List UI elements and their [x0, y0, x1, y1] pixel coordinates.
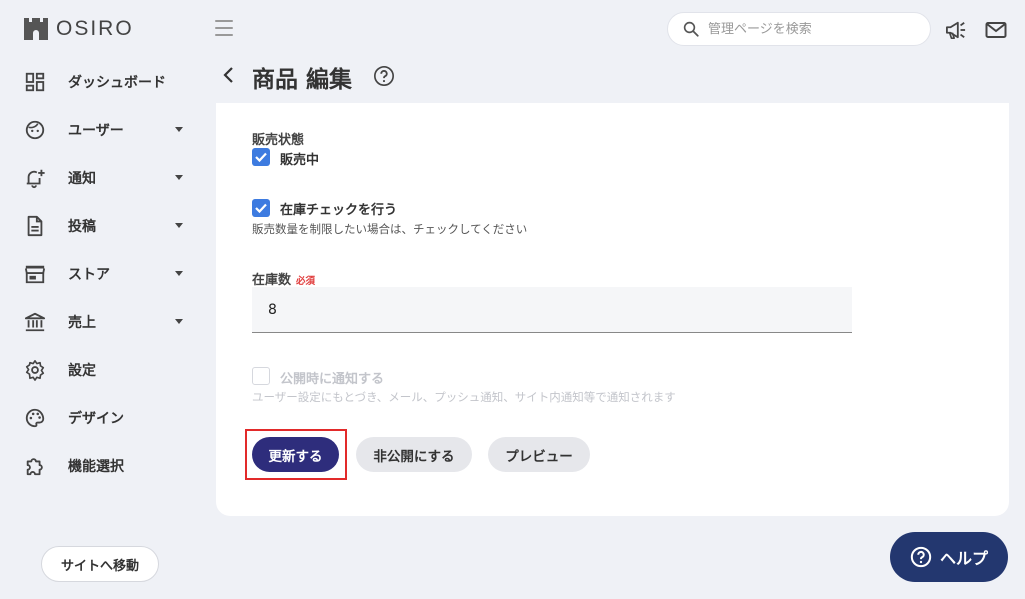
megaphone-icon[interactable] — [945, 20, 967, 40]
page-title: 商品 編集 — [252, 67, 353, 93]
menu-toggle-icon[interactable] — [215, 20, 233, 36]
sidebar-item-sales[interactable]: 売上 — [0, 298, 200, 346]
sidebar-item-label: ユーザー — [68, 123, 124, 139]
sidebar-item-users[interactable]: ユーザー — [0, 106, 200, 154]
sidebar: ダッシュボード ユーザー 通知 投稿 ストア 売上 設定 デザイン 機能選択 — [0, 58, 200, 490]
search-input[interactable] — [708, 21, 908, 37]
notify-on-publish-hint: ユーザー設定にもとづき、メール、プッシュ通知、サイト内通知等で通知されます — [252, 390, 676, 404]
document-icon — [27, 215, 43, 237]
notify-on-publish-checkbox[interactable] — [252, 367, 270, 385]
inventory-check-hint: 販売数量を制限したい場合は、チェックしてください — [252, 222, 528, 236]
stock-label-text: 在庫数 — [252, 273, 292, 288]
go-to-site-button[interactable]: サイトへ移動 — [41, 546, 159, 582]
gear-icon — [25, 360, 45, 381]
sidebar-item-label: 設定 — [68, 363, 96, 379]
osiro-logo[interactable]: OSIRO — [24, 17, 134, 41]
bell-plus-icon — [26, 169, 45, 189]
sidebar-item-label: 機能選択 — [68, 459, 124, 475]
inventory-check-label[interactable]: 在庫チェックを行う — [280, 199, 397, 218]
sidebar-item-notifications[interactable]: 通知 — [0, 154, 200, 202]
sales-status-label: 販売状態 — [252, 133, 305, 148]
sidebar-item-dashboard[interactable]: ダッシュボード — [0, 58, 200, 106]
search-icon — [683, 21, 699, 37]
notify-on-publish-label[interactable]: 公開時に通知する — [280, 368, 384, 387]
sidebar-item-features[interactable]: 機能選択 — [0, 442, 200, 490]
update-button[interactable]: 更新する — [252, 437, 339, 472]
sidebar-item-label: 投稿 — [68, 219, 96, 235]
check-icon — [255, 203, 267, 214]
sidebar-item-label: 売上 — [68, 315, 96, 331]
bank-icon — [24, 312, 46, 332]
help-button[interactable]: ヘルプ — [890, 532, 1008, 582]
sidebar-item-design[interactable]: デザイン — [0, 394, 200, 442]
user-face-icon — [25, 120, 45, 140]
chevron-down-icon — [175, 319, 183, 324]
logo-text: OSIRO — [56, 17, 134, 40]
check-icon — [255, 152, 267, 163]
chevron-down-icon — [175, 271, 183, 276]
mail-icon[interactable] — [985, 20, 1007, 40]
inventory-check-checkbox[interactable] — [252, 199, 270, 217]
sidebar-item-posts[interactable]: 投稿 — [0, 202, 200, 250]
help-circle-icon[interactable] — [373, 65, 395, 87]
sidebar-item-label: デザイン — [68, 411, 124, 427]
stock-label: 在庫数 必須 — [252, 269, 315, 288]
question-circle-icon — [910, 546, 932, 568]
castle-logo-icon — [24, 18, 48, 40]
store-icon — [24, 265, 46, 284]
preview-button[interactable]: プレビュー — [488, 437, 590, 472]
chevron-down-icon — [175, 175, 183, 180]
back-arrow-icon[interactable] — [222, 66, 236, 84]
required-badge: 必須 — [296, 276, 316, 287]
sales-status-checkbox-label[interactable]: 販売中 — [280, 149, 319, 168]
sidebar-item-settings[interactable]: 設定 — [0, 346, 200, 394]
sales-status-checkbox[interactable] — [252, 148, 270, 166]
sidebar-item-label: ダッシュボード — [68, 75, 166, 91]
help-button-label: ヘルプ — [939, 549, 988, 568]
sidebar-item-label: 通知 — [68, 171, 96, 187]
chevron-down-icon — [175, 127, 183, 132]
stock-quantity-input[interactable]: 8 — [252, 287, 852, 333]
chevron-down-icon — [175, 223, 183, 228]
sidebar-item-store[interactable]: ストア — [0, 250, 200, 298]
dashboard-icon — [25, 72, 45, 92]
search-box[interactable] — [667, 12, 931, 46]
sidebar-item-label: ストア — [68, 267, 110, 283]
palette-icon — [25, 408, 45, 428]
puzzle-icon — [26, 458, 43, 476]
unpublish-button[interactable]: 非公開にする — [356, 437, 472, 472]
